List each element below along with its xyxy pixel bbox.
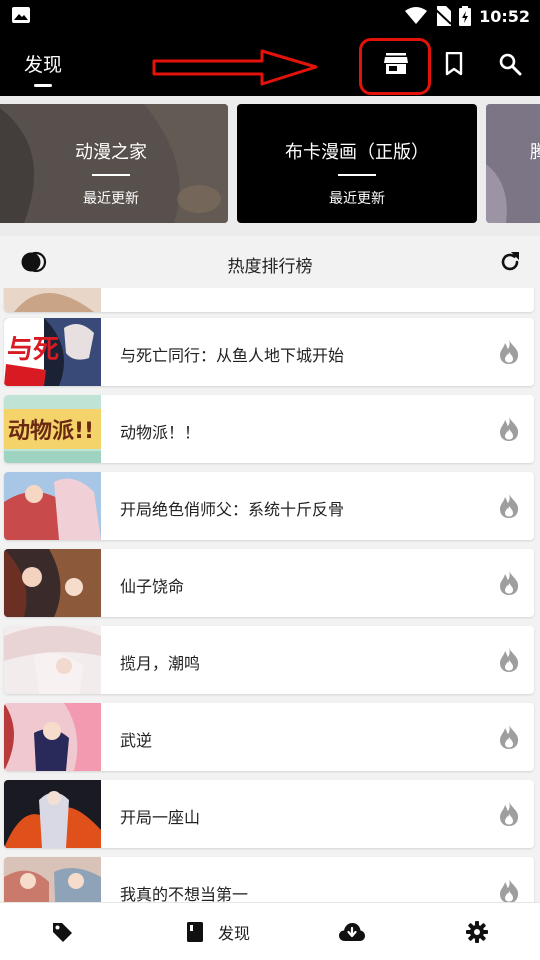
fire-icon xyxy=(500,879,519,902)
refresh-icon[interactable] xyxy=(498,250,522,274)
source-divider xyxy=(338,174,376,176)
comic-title: 动物派！！ xyxy=(120,423,201,442)
comic-cover: 与死 xyxy=(4,318,101,386)
comic-title: 与死亡同行：从鱼人地下城开始 xyxy=(120,346,345,365)
gear-icon xyxy=(466,921,488,943)
fire-icon xyxy=(500,340,519,364)
comic-title: 我真的不想当第一 xyxy=(120,885,249,902)
title-underline xyxy=(34,84,52,87)
battery-icon xyxy=(459,6,472,26)
page-title[interactable]: 发现 xyxy=(24,50,62,77)
tag-icon xyxy=(53,923,72,942)
list-item[interactable]: 开局一座山 xyxy=(4,780,534,848)
search-button[interactable] xyxy=(492,46,528,82)
status-bar: 10:52 xyxy=(0,0,540,32)
ranking-title: 热度排行榜 xyxy=(227,257,313,277)
source-card-buka[interactable]: 布卡漫画（正版） 最近更新 xyxy=(237,104,477,223)
bottom-nav: 发现 xyxy=(0,902,540,960)
wifi-icon xyxy=(405,7,428,24)
nav-tag-button[interactable] xyxy=(42,903,82,960)
ranking-header: 热度排行榜 xyxy=(0,236,540,288)
source-divider xyxy=(92,174,130,176)
nav-download-button[interactable] xyxy=(332,903,372,960)
store-highlight-box xyxy=(359,38,431,95)
cover-logo-text: 与死 xyxy=(7,335,59,365)
status-time: 10:52 xyxy=(479,6,530,26)
cloud-download-icon xyxy=(339,923,365,941)
fire-icon xyxy=(500,417,519,441)
comic-cover xyxy=(4,549,101,617)
comic-cover xyxy=(4,857,101,902)
bookmark-button[interactable] xyxy=(436,46,472,82)
source-name: 腾 xyxy=(530,142,540,163)
comic-cover xyxy=(4,780,101,848)
cover-logo-text: 动物派!! xyxy=(8,418,94,444)
no-sim-icon xyxy=(435,6,452,26)
ranking-list[interactable]: 与死 与死亡同行：从鱼人地下城开始 动物派!! 动物派！！ 开局绝色俏师父：系统… xyxy=(0,288,540,902)
fire-icon xyxy=(500,802,519,826)
fire-icon xyxy=(500,648,519,672)
comic-cover xyxy=(4,703,101,771)
source-subtitle: 最近更新 xyxy=(83,191,139,207)
comic-title: 武逆 xyxy=(120,731,153,750)
comic-title: 开局绝色俏师父：系统十斤反骨 xyxy=(120,500,345,519)
list-item[interactable]: 揽月，潮鸣 xyxy=(4,626,534,694)
comic-title: 揽月，潮鸣 xyxy=(120,654,201,673)
comic-cover xyxy=(4,288,101,312)
list-item[interactable]: 武逆 xyxy=(4,703,534,771)
list-item-partial[interactable] xyxy=(4,288,534,312)
comic-cover: 动物派!! xyxy=(4,395,101,463)
nav-discover-label: 发现 xyxy=(217,924,250,943)
fire-icon xyxy=(500,494,519,518)
list-item[interactable]: 开局绝色俏师父：系统十斤反骨 xyxy=(4,472,534,540)
gallery-notification-icon xyxy=(12,7,30,23)
bookmark-icon xyxy=(445,52,463,76)
source-card-tencent[interactable]: 腾 xyxy=(486,104,540,223)
list-item[interactable]: 我真的不想当第一 xyxy=(4,857,534,902)
source-name: 动漫之家 xyxy=(75,142,147,163)
list-item[interactable]: 动物派!! 动物派！！ xyxy=(4,395,534,463)
search-icon xyxy=(499,53,522,76)
comic-cover xyxy=(4,472,101,540)
book-icon xyxy=(186,922,203,942)
comic-cover xyxy=(4,626,101,694)
annotation-arrow xyxy=(152,49,318,86)
nav-discover-button[interactable]: 发现 xyxy=(168,903,268,960)
comic-title: 开局一座山 xyxy=(120,808,201,827)
source-name: 布卡漫画（正版） xyxy=(285,142,429,163)
list-item[interactable]: 仙子饶命 xyxy=(4,549,534,617)
source-card-dmzj[interactable]: 动漫之家 最近更新 xyxy=(0,104,228,223)
fire-icon xyxy=(500,725,519,749)
nav-settings-button[interactable] xyxy=(457,903,497,960)
list-item[interactable]: 与死 与死亡同行：从鱼人地下城开始 xyxy=(4,318,534,386)
source-subtitle: 最近更新 xyxy=(329,191,385,207)
fire-icon xyxy=(500,571,519,595)
comic-title: 仙子饶命 xyxy=(120,577,185,596)
source-carousel[interactable]: 动漫之家 最近更新 布卡漫画（正版） 最近更新 腾 xyxy=(0,96,540,236)
